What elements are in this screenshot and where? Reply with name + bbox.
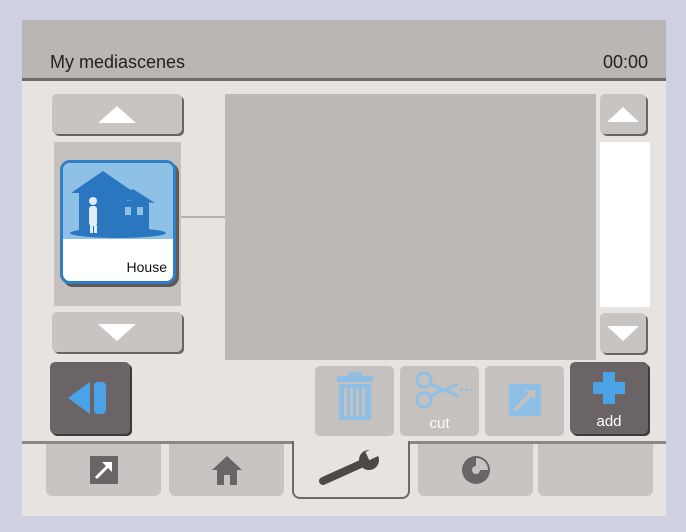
add-button[interactable]: add (570, 362, 648, 434)
clock: 00:00 (602, 52, 648, 72)
scissors-icon (415, 371, 472, 409)
page-title: My mediascenes (50, 52, 186, 72)
tab-tools[interactable] (292, 441, 410, 499)
link-arrow-icon (89, 456, 118, 484)
link-button[interactable] (485, 366, 564, 436)
scene-tile-house[interactable]: House (60, 160, 176, 284)
preview-scroll-down-button[interactable] (600, 313, 646, 353)
tab-empty[interactable] (538, 444, 653, 496)
cut-label: cut (429, 415, 450, 432)
disc-icon (461, 456, 490, 484)
back-button[interactable] (50, 362, 130, 434)
delete-button[interactable] (315, 366, 394, 436)
connector-line (181, 216, 225, 218)
arrow-up-icon (98, 105, 136, 123)
arrow-down-icon (98, 323, 136, 341)
cut-button[interactable]: cut (400, 366, 479, 436)
trash-icon (337, 372, 373, 420)
arrow-down-icon (607, 325, 639, 341)
previous-icon (68, 382, 106, 414)
plus-icon (593, 372, 625, 404)
wrench-icon (319, 449, 381, 485)
tab-home[interactable] (169, 444, 284, 496)
arrow-up-icon (607, 106, 639, 122)
scene-preview-area[interactable] (225, 94, 596, 360)
tab-media[interactable] (418, 444, 533, 496)
tab-link[interactable] (46, 444, 161, 496)
link-arrow-icon (509, 384, 541, 416)
preview-scroll-up-button[interactable] (600, 94, 646, 134)
house-person-icon (63, 163, 173, 239)
app-frame: My mediascenes 00:00 House cut add (22, 20, 666, 516)
scrollbar-track[interactable] (600, 142, 650, 307)
title-bar: My mediascenes 00:00 (22, 20, 666, 81)
scene-tile-label: House (126, 259, 167, 275)
list-scroll-up-button[interactable] (52, 94, 182, 134)
add-label: add (596, 413, 622, 430)
list-scroll-down-button[interactable] (52, 312, 182, 352)
home-icon (211, 456, 242, 485)
scene-list: House (54, 142, 181, 306)
